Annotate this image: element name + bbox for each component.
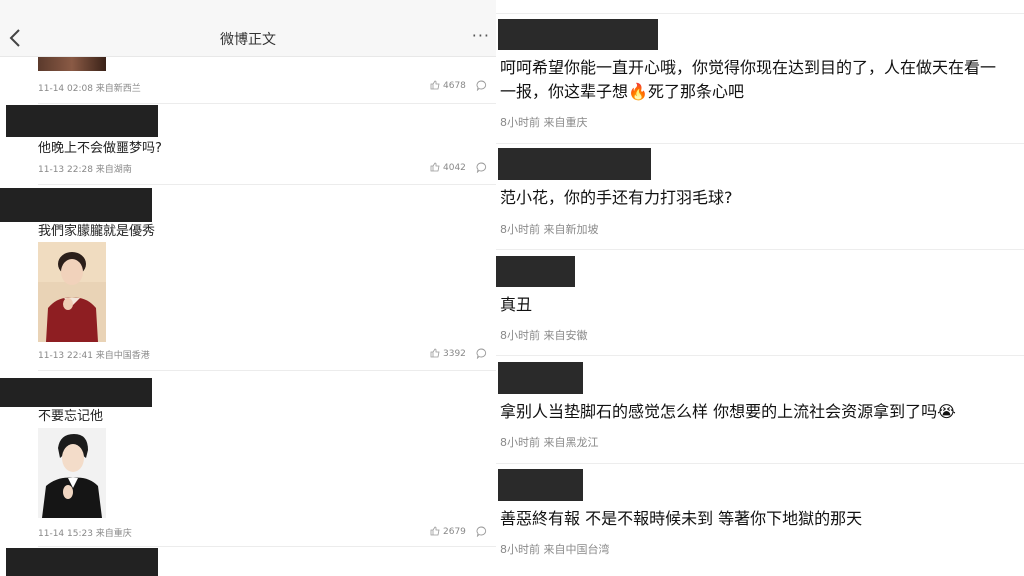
like-thumb-icon: [430, 348, 440, 358]
comment-item: [0, 548, 496, 576]
comment-item: 不要忘记他 11-14 15:23 来自重庆 2679: [0, 372, 496, 548]
comment-item: [496, 0, 1024, 14]
portrait-photo: [38, 428, 106, 518]
redacted-username: [0, 378, 152, 407]
redacted-username: [498, 469, 583, 501]
like-count: 4678: [443, 81, 466, 91]
comment-meta: 8小时前 来自重庆: [500, 116, 588, 129]
page-title: 微博正文: [220, 32, 276, 48]
comment-meta: 11-13 22:28 来自湖南: [38, 165, 132, 175]
comment-text-part: 死了那条心吧: [647, 82, 744, 101]
comment-image[interactable]: [38, 57, 106, 71]
redacted-username: [0, 188, 152, 222]
comment-meta: 8小时前 来自中国台湾: [500, 543, 610, 556]
like-thumb-icon: [430, 162, 440, 172]
top-strip: [0, 0, 496, 19]
reply-bubble-icon[interactable]: [476, 162, 487, 173]
comment-text: 他晚上不会做噩梦吗?: [38, 141, 162, 156]
comment-text-line-1: 呵呵希望你能一直开心哦，你觉得你现在达到目的了，人在做天在看一: [500, 58, 997, 77]
comment-meta: 8小时前 来自黑龙江: [500, 436, 599, 449]
redacted-username: [498, 148, 651, 180]
comment-text: 范小花，你的手还有力打羽毛球?: [500, 188, 733, 207]
left-screenshot-panel: 微博正文 ··· 11-14 02:08 来自新西兰 4678 他晚上不会做噩梦…: [0, 0, 496, 576]
nav-header: 微博正文 ···: [0, 19, 496, 57]
redacted-username: [6, 548, 158, 576]
more-dots-icon[interactable]: ···: [472, 26, 490, 45]
comment-text: 我們家朦朧就是優秀: [38, 224, 156, 239]
comment-text-line-2: 一报，你这辈子想🔥死了那条心吧: [500, 79, 744, 105]
comment-item: 呵呵希望你能一直开心哦，你觉得你现在达到目的了，人在做天在看一 一报，你这辈子想…: [496, 14, 1024, 144]
comment-text-part: 一报，你这辈子想: [500, 82, 629, 101]
reply-bubble-icon[interactable]: [476, 80, 487, 91]
comment-text: 不要忘记他: [38, 409, 104, 424]
like-thumb-icon: [430, 80, 440, 90]
comment-meta: 11-14 02:08 来自新西兰: [38, 84, 141, 94]
like-count: 4042: [443, 163, 466, 173]
separator: [38, 370, 496, 371]
like-count: 3392: [443, 349, 466, 359]
comment-image[interactable]: [38, 242, 106, 342]
separator: [38, 184, 496, 185]
comment-item: 善惡終有報 不是不報時候未到 等著你下地獄的那天 8小时前 来自中国台湾: [496, 464, 1024, 576]
reply-bubble-icon[interactable]: [476, 526, 487, 537]
redacted-username: [498, 19, 658, 50]
reply-bubble-icon[interactable]: [476, 348, 487, 359]
portrait-photo: [38, 242, 106, 342]
redacted-username: [498, 362, 583, 394]
redacted-username: [496, 256, 575, 287]
comment-text: 真丑: [500, 295, 533, 314]
right-screenshot-panel: 呵呵希望你能一直开心哦，你觉得你现在达到目的了，人在做天在看一 一报，你这辈子想…: [496, 0, 1024, 576]
like-thumb-icon: [430, 526, 440, 536]
comment-item: 真丑 8小时前 来自安徽: [496, 250, 1024, 356]
comment-item: 范小花，你的手还有力打羽毛球? 8小时前 来自新加坡: [496, 144, 1024, 250]
crying-emoji-icon: 😭: [937, 402, 956, 421]
comment-text-part: 拿别人当垫脚石的感觉怎么样 你想要的上流社会资源拿到了吗: [500, 402, 938, 421]
comment-meta: 11-14 15:23 来自重庆: [38, 529, 132, 539]
comment-item: 拿别人当垫脚石的感觉怎么样 你想要的上流社会资源拿到了吗😭 8小时前 来自黑龙江: [496, 356, 1024, 464]
comment-meta: 8小时前 来自安徽: [500, 329, 588, 342]
comment-image[interactable]: [38, 428, 106, 518]
like-button[interactable]: 3392: [430, 348, 466, 359]
comment-item: 我們家朦朧就是優秀 11-13 22:41 来自中国香港 3392: [0, 186, 496, 372]
like-button[interactable]: 4678: [430, 80, 466, 91]
comment-item: 11-14 02:08 来自新西兰 4678: [0, 57, 496, 105]
comment-text: 善惡終有報 不是不報時候未到 等著你下地獄的那天: [500, 509, 863, 528]
separator: [38, 546, 496, 547]
like-count: 2679: [443, 527, 466, 537]
redacted-username: [6, 105, 158, 137]
comment-meta: 8小时前 来自新加坡: [500, 223, 599, 236]
comment-text: 拿别人当垫脚石的感觉怎么样 你想要的上流社会资源拿到了吗😭: [500, 399, 956, 425]
fire-emoji-icon: 🔥: [628, 82, 648, 101]
like-button[interactable]: 4042: [430, 162, 466, 173]
comment-item: 他晚上不会做噩梦吗? 11-13 22:28 来自湖南 4042: [0, 104, 496, 186]
comment-meta: 11-13 22:41 来自中国香港: [38, 351, 150, 361]
like-button[interactable]: 2679: [430, 526, 466, 537]
